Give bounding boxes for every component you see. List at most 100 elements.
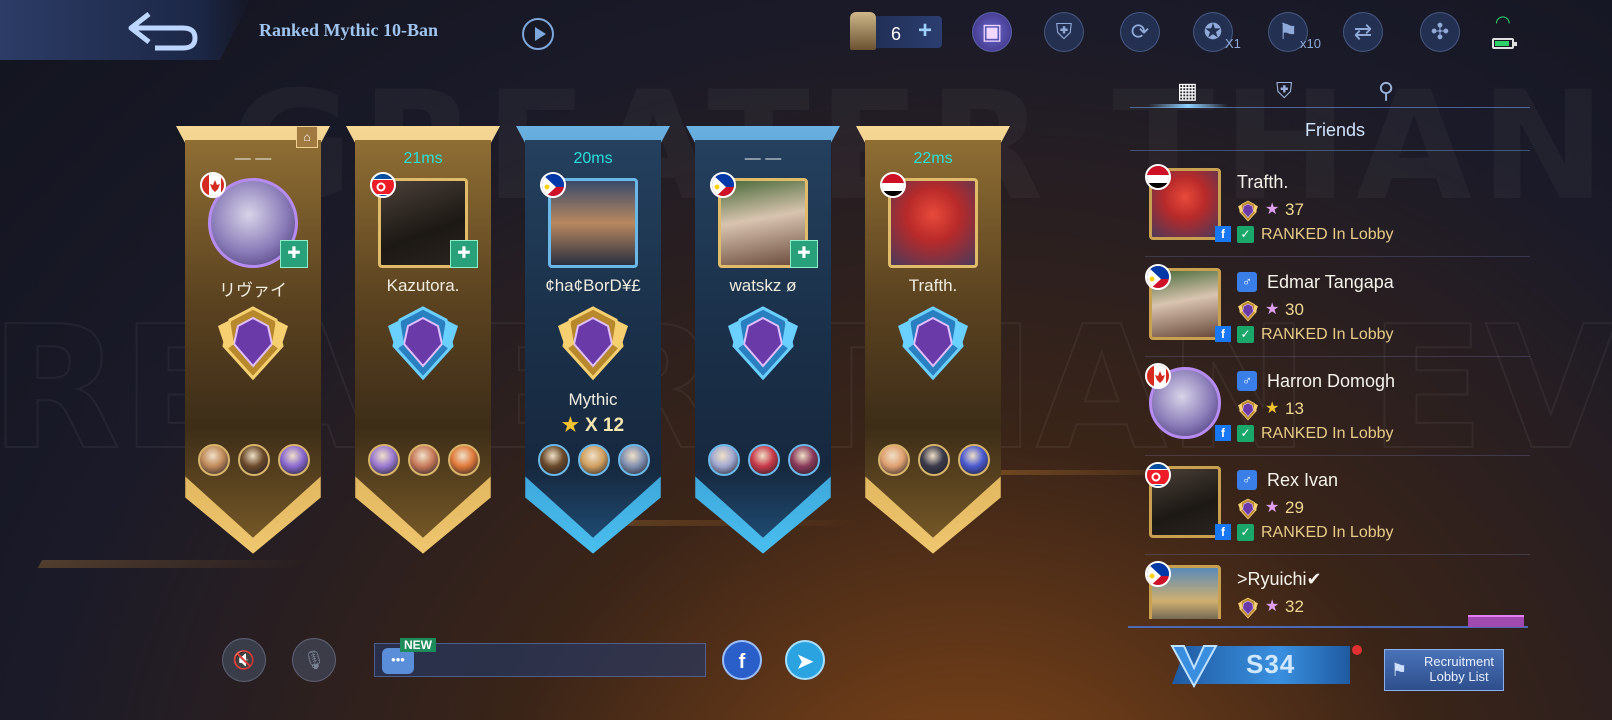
hero-portrait[interactable] xyxy=(238,444,270,476)
hero-pool xyxy=(878,444,990,476)
mode-title: Ranked Mythic 10-Ban xyxy=(259,20,439,40)
rank-up-icon[interactable]: ⟳ xyxy=(1120,12,1160,52)
player-ping: 20ms xyxy=(573,150,613,167)
season-label: S34 xyxy=(1246,649,1296,679)
tab-shield[interactable]: ⛨ xyxy=(1276,78,1293,104)
player-slot[interactable]: ⌂ — — ✚ リヴァイ xyxy=(176,126,330,558)
online-check-icon: ✓ xyxy=(1237,524,1254,541)
friend-name: Edmar Tangapa xyxy=(1267,272,1394,292)
ticket-icon xyxy=(850,12,876,50)
hero-portrait[interactable] xyxy=(198,444,230,476)
hero-portrait[interactable] xyxy=(788,444,820,476)
new-badge: NEW xyxy=(400,638,436,652)
online-check-icon: ✓ xyxy=(1237,226,1254,243)
male-icon: ♂ xyxy=(1237,272,1257,292)
battle-point-multiplier: x10 xyxy=(1300,36,1321,51)
country-flag-icon xyxy=(710,172,736,198)
swap-icon[interactable]: ⇄ xyxy=(1343,12,1383,52)
background-shard xyxy=(37,560,303,568)
hero-portrait[interactable] xyxy=(618,444,650,476)
hero-portrait[interactable] xyxy=(748,444,780,476)
star-icon: ★ xyxy=(1265,400,1280,417)
friend-name: Trafth. xyxy=(1237,172,1289,192)
rank-badge-icon xyxy=(726,304,800,382)
friend-list-item[interactable]: f ♂ Edmar Tangapa ★ 30 ✓ RANKED In Lobby xyxy=(1145,264,1530,360)
player-ping: 21ms xyxy=(403,150,443,167)
friend-list-item[interactable]: f ♂ Harron Domogh ★ 13 ✓ RANKED In Lobby xyxy=(1145,363,1530,459)
player-name: Trafth. xyxy=(908,276,958,295)
hero-portrait[interactable] xyxy=(538,444,570,476)
profile-frame-icon[interactable]: ▣ xyxy=(972,12,1012,52)
country-flag-icon xyxy=(1145,462,1171,488)
add-ticket-button[interactable]: + xyxy=(912,18,938,44)
friend-list-item[interactable]: f Trafth. ★ 37 ✓ RANKED In Lobby xyxy=(1145,164,1530,260)
player-ping: — — xyxy=(234,150,272,167)
hero-portrait[interactable] xyxy=(958,444,990,476)
friend-star-count: 13 xyxy=(1285,399,1304,418)
mute-mic-button[interactable]: 🎙 xyxy=(292,638,336,682)
facebook-icon: f xyxy=(1215,425,1231,441)
rank-badge-icon xyxy=(556,304,630,382)
friend-divider xyxy=(1145,554,1530,555)
recruitment-label: Recruitment Lobby List xyxy=(1423,654,1495,684)
hero-portrait[interactable] xyxy=(918,444,950,476)
hero-portrait[interactable] xyxy=(708,444,740,476)
friend-status: RANKED In Lobby xyxy=(1261,326,1394,343)
facebook-share-button[interactable]: f xyxy=(722,640,762,680)
friend-list-item[interactable]: f ♂ Rex Ivan ★ 29 ✓ RANKED In Lobby xyxy=(1145,462,1530,558)
player-slot[interactable]: 20ms ¢ha¢BorD¥£ Mythic ★ X 12 xyxy=(516,126,670,558)
friend-divider xyxy=(1145,356,1530,357)
star-icon: ★ xyxy=(1265,301,1280,318)
player-name: watskz ø xyxy=(729,276,797,295)
rank-badge-icon xyxy=(1237,399,1259,421)
minimize-icon[interactable]: ✣ xyxy=(1420,12,1460,52)
rank-badge-icon xyxy=(896,304,970,382)
friend-divider xyxy=(1145,256,1530,257)
hero-portrait[interactable] xyxy=(408,444,440,476)
hero-portrait[interactable] xyxy=(878,444,910,476)
add-friend-button[interactable]: ✚ xyxy=(280,240,308,268)
flag-icon: ⚑ xyxy=(1391,660,1408,680)
wifi-icon: ◠ xyxy=(1495,12,1511,32)
friend-status: RANKED In Lobby xyxy=(1261,226,1394,243)
recruitment-lobby-button[interactable]: ⚑ Recruitment Lobby List xyxy=(1384,649,1504,691)
mute-speaker-button[interactable]: 🔇 xyxy=(222,638,266,682)
friend-star-count: 29 xyxy=(1285,498,1304,517)
tab-location[interactable]: ⚲ xyxy=(1378,78,1394,104)
notification-dot xyxy=(1352,645,1362,655)
online-check-icon: ✓ xyxy=(1237,425,1254,442)
hero-portrait[interactable] xyxy=(448,444,480,476)
hero-portrait[interactable] xyxy=(368,444,400,476)
play-video-button[interactable] xyxy=(522,18,554,50)
ticket-count: 6 xyxy=(891,24,902,44)
friends-divider xyxy=(1130,150,1530,151)
friend-list-item[interactable]: >Ryuichi✔ ★ 32 xyxy=(1145,561,1530,619)
player-slot[interactable]: — — ✚ watskz ø xyxy=(686,126,840,558)
top-bar: Ranked Mythic 10-Ban 6 + ▣ ⛨ ⟳ ✪ X1 ⚑ x1… xyxy=(0,0,1612,62)
star-icon: ★ xyxy=(1265,598,1280,615)
player-ping: 22ms xyxy=(913,150,953,167)
add-friend-button[interactable]: ✚ xyxy=(450,240,478,268)
friends-scroll-handle[interactable] xyxy=(1468,615,1524,627)
facebook-icon: f xyxy=(1215,326,1231,342)
hero-portrait[interactable] xyxy=(578,444,610,476)
season-emblem-icon xyxy=(1170,645,1218,688)
rank-stars: ★ X 12 xyxy=(516,414,670,437)
active-tab-indicator xyxy=(1148,104,1228,108)
telegram-share-button[interactable]: ➤ xyxy=(785,640,825,680)
shield-icon[interactable]: ⛨ xyxy=(1044,12,1084,52)
player-slot[interactable]: 22ms Trafth. xyxy=(856,126,1010,558)
country-flag-icon xyxy=(370,172,396,198)
back-button[interactable] xyxy=(0,0,250,60)
star-icon: ★ xyxy=(1265,201,1280,218)
rank-label: Mythic xyxy=(568,390,618,409)
player-slot[interactable]: 21ms ✚ Kazutora. xyxy=(346,126,500,558)
hero-pool xyxy=(198,444,310,476)
hero-portrait[interactable] xyxy=(278,444,310,476)
battery-icon xyxy=(1492,38,1517,49)
star-icon: ★ xyxy=(1265,499,1280,516)
tab-all[interactable]: ▦ xyxy=(1177,78,1198,104)
player-name: リヴァイ xyxy=(219,281,287,300)
male-icon: ♂ xyxy=(1237,470,1257,490)
add-friend-button[interactable]: ✚ xyxy=(790,240,818,268)
